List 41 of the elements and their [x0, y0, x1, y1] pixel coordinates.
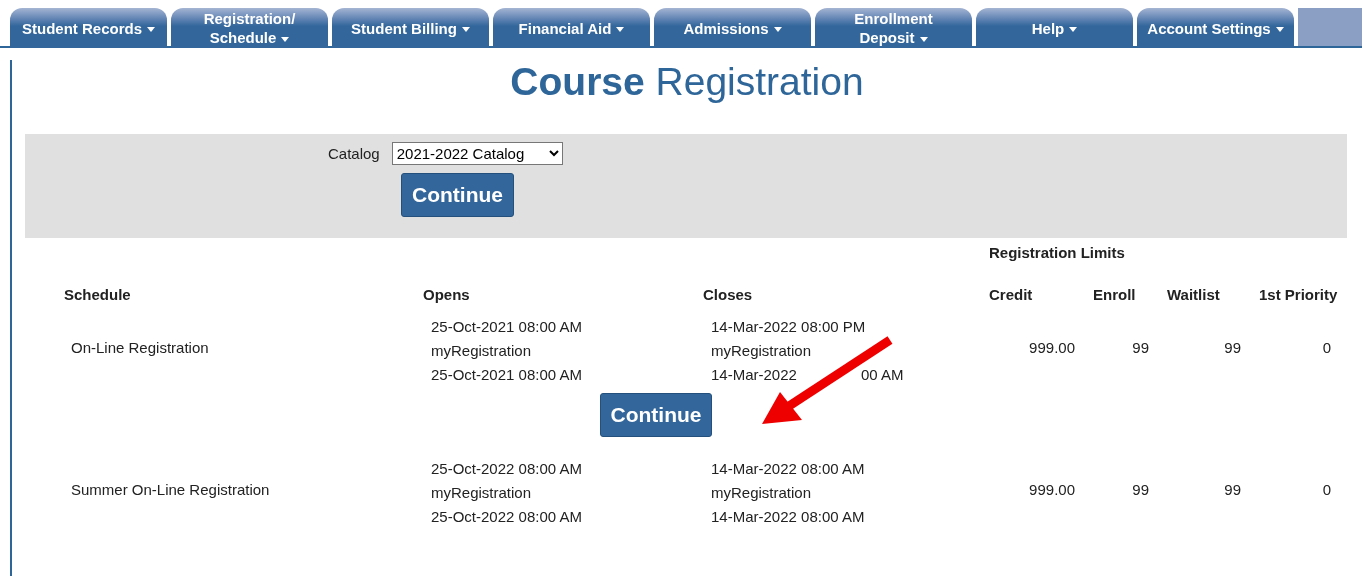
table-cell-text: 99	[1131, 480, 1150, 498]
table-cell-text: 999.00	[1028, 480, 1076, 498]
table-cell-text: myRegistration	[711, 341, 812, 361]
table-cell-text: 25-Oct-2021 08:00 AM myRegistration 25-Oct-2021 08:00 AM	[430, 317, 583, 385]
column-group-heading: Registration Limits	[989, 244, 1126, 261]
table-cell-text: Summer On-Line Registration	[70, 480, 271, 498]
menu-tab[interactable]: Student Billing	[332, 8, 489, 48]
catalog-select[interactable]: 2021-2022 Catalog	[391, 142, 563, 165]
table-cell-text: 99	[1131, 338, 1150, 356]
menu-tab[interactable]: Financial Aid	[493, 8, 650, 48]
menu-tab[interactable]: Student Records	[10, 8, 167, 48]
page-title: Course Registration	[509, 60, 865, 104]
table-cell-text: 99	[1223, 338, 1242, 356]
menu-tab[interactable]: Enrollment Deposit	[815, 8, 972, 48]
table-cell-text: On-Line Registration	[70, 338, 210, 356]
column-heading: Closes	[703, 285, 754, 305]
column-heading: Opens	[423, 285, 471, 305]
menu-tab[interactable]: Admissions	[654, 8, 811, 48]
catalog-label: Catalog	[328, 145, 380, 162]
column-heading: Schedule	[63, 285, 132, 305]
table-cell-text: 14-Mar-2022 08:00 AM	[711, 507, 865, 527]
column-heading: Credit	[989, 285, 1034, 305]
menu-tab[interactable]: Account Settings	[1137, 8, 1294, 48]
menu-tab[interactable]: Registration/ Schedule	[171, 8, 328, 48]
table-cell-text: 00 AM	[860, 365, 904, 385]
table-cell-text: 25-Oct-2022 08:00 AM myRegistration 25-Oct-2022 08:00 AM	[430, 459, 583, 527]
table-cell-text: 14-Mar-2022	[711, 365, 797, 385]
column-heading: Waitlist	[1167, 285, 1221, 305]
menu-bar-background	[1298, 8, 1362, 46]
column-heading: 1st Priority	[1259, 285, 1339, 305]
table-cell-text: 99	[1223, 480, 1242, 498]
menu-tab[interactable]: Help	[976, 8, 1133, 48]
table-cell-text: myRegistration	[711, 483, 812, 503]
table-cell-text: 0	[1321, 480, 1332, 498]
table-cell-text: 0	[1321, 338, 1332, 356]
column-heading: Enroll	[1093, 285, 1137, 305]
table-cell-text: 14-Mar-2022 08:00 PM	[711, 317, 866, 337]
continue-button[interactable]: Continue	[599, 393, 713, 437]
table-cell-text: 14-Mar-2022 08:00 AM	[711, 459, 865, 479]
table-cell-text: 999.00	[1028, 338, 1076, 356]
continue-button[interactable]: Continue	[401, 173, 514, 217]
